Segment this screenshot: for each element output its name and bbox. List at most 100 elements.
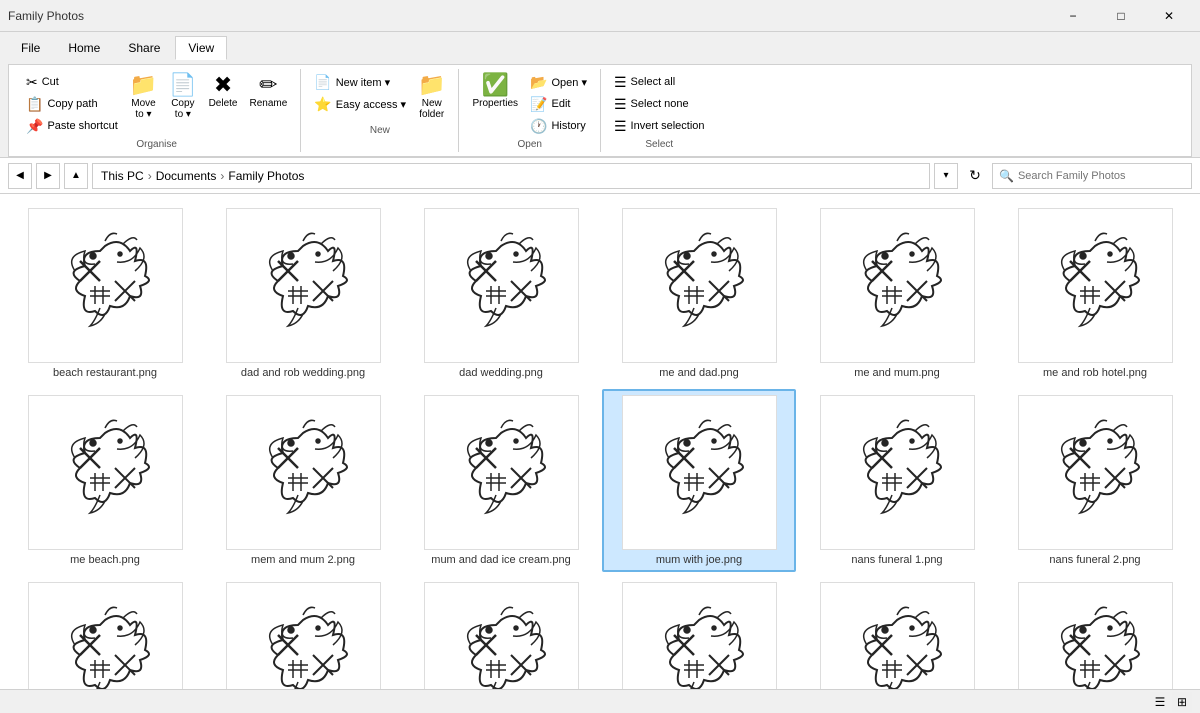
ribbon-group-open: ✅ Properties 📂 Open ▾ 📝 Edit 🕐 History xyxy=(459,69,601,152)
file-item[interactable]: me and dad.png xyxy=(602,202,796,385)
file-item[interactable]: photo13.png xyxy=(8,576,202,689)
organise-group-label: Organise xyxy=(136,139,177,150)
list-view-button[interactable]: ☰ xyxy=(1150,692,1170,712)
select-none-label: Select none xyxy=(631,98,689,110)
file-item[interactable]: mum with joe.png xyxy=(602,389,796,572)
history-label: History xyxy=(551,120,585,132)
new-folder-label: Newfolder xyxy=(419,98,444,120)
breadcrumb-documents[interactable]: Documents xyxy=(156,169,217,183)
open-icon: 📂 xyxy=(530,74,547,91)
select-none-icon: ☰ xyxy=(614,96,627,113)
file-item[interactable]: me beach.png xyxy=(8,389,202,572)
file-item[interactable]: beach restaurant.png xyxy=(8,202,202,385)
easy-access-button[interactable]: ⭐ Easy access ▾ xyxy=(309,93,411,115)
back-button[interactable]: ◀ xyxy=(8,163,32,189)
view-buttons: ☰ ⊞ xyxy=(1150,692,1192,712)
file-item[interactable]: photo16.png xyxy=(602,576,796,689)
file-item[interactable]: dad wedding.png xyxy=(404,202,598,385)
breadcrumb-thispc[interactable]: This PC xyxy=(101,169,144,183)
tab-view[interactable]: View xyxy=(175,36,227,60)
title-bar-controls: − □ ✕ xyxy=(1050,0,1192,32)
file-item[interactable]: photo18.png xyxy=(998,576,1192,689)
file-item[interactable]: me and mum.png xyxy=(800,202,994,385)
maximize-button[interactable]: □ xyxy=(1098,0,1144,32)
open-buttons: ✅ Properties 📂 Open ▾ 📝 Edit 🕐 History xyxy=(467,71,592,137)
file-item[interactable]: mum and dad ice cream.png xyxy=(404,389,598,572)
file-thumbnail xyxy=(1018,208,1173,363)
file-thumbnail xyxy=(424,208,579,363)
delete-button[interactable]: ✖ Delete xyxy=(204,71,243,123)
forward-button[interactable]: ▶ xyxy=(36,163,60,189)
file-item[interactable]: dad and rob wedding.png xyxy=(206,202,400,385)
file-name: dad and rob wedding.png xyxy=(241,367,365,379)
file-item[interactable]: photo17.png xyxy=(800,576,994,689)
file-thumbnail xyxy=(226,395,381,550)
copy-to-label: Copyto ▾ xyxy=(171,98,194,120)
delete-icon: ✖ xyxy=(214,74,232,96)
close-button[interactable]: ✕ xyxy=(1146,0,1192,32)
paste-shortcut-icon: 📌 xyxy=(26,118,43,135)
copy-path-icon: 📋 xyxy=(26,96,43,113)
tab-file[interactable]: File xyxy=(8,36,53,60)
file-thumbnail xyxy=(622,208,777,363)
refresh-button[interactable]: ↻ xyxy=(962,163,988,189)
file-grid-container[interactable]: beach restaurant.png xyxy=(0,194,1200,689)
move-to-button[interactable]: 📁 Moveto ▾ xyxy=(125,71,162,123)
edit-icon: 📝 xyxy=(530,96,547,113)
invert-selection-button[interactable]: ☰ Invert selection xyxy=(609,115,710,137)
rename-label: Rename xyxy=(249,98,287,109)
cut-button[interactable]: ✂ Cut xyxy=(21,71,123,93)
grid-view-button[interactable]: ⊞ xyxy=(1172,692,1192,712)
tab-share[interactable]: Share xyxy=(115,36,173,60)
rename-button[interactable]: ✏ Rename xyxy=(244,71,292,123)
file-name: me and mum.png xyxy=(854,367,940,379)
history-button[interactable]: 🕐 History xyxy=(525,115,592,137)
file-name: dad wedding.png xyxy=(459,367,543,379)
file-thumbnail xyxy=(820,582,975,689)
copy-path-button[interactable]: 📋 Copy path xyxy=(21,93,123,115)
new-folder-button[interactable]: 📁 Newfolder xyxy=(413,71,450,123)
file-item[interactable]: mem and mum 2.png xyxy=(206,389,400,572)
properties-label: Properties xyxy=(472,98,518,109)
title-bar-text: Family Photos xyxy=(8,9,84,23)
file-item[interactable]: photo15.png xyxy=(404,576,598,689)
invert-selection-icon: ☰ xyxy=(614,118,627,135)
file-item[interactable]: nans funeral 1.png xyxy=(800,389,994,572)
file-name: mum with joe.png xyxy=(656,554,742,566)
file-thumbnail xyxy=(28,582,183,689)
file-thumbnail xyxy=(28,395,183,550)
breadcrumb-family-photos[interactable]: Family Photos xyxy=(228,169,304,183)
search-input[interactable] xyxy=(1018,170,1185,182)
breadcrumb-dropdown[interactable]: ▾ xyxy=(934,163,958,189)
file-item[interactable]: nans funeral 2.png xyxy=(998,389,1192,572)
file-thumbnail xyxy=(424,395,579,550)
new-small-buttons: 📄 New item ▾ ⭐ Easy access ▾ xyxy=(309,71,411,115)
minimize-button[interactable]: − xyxy=(1050,0,1096,32)
select-all-icon: ☰ xyxy=(614,74,627,91)
file-item[interactable]: me and rob hotel.png xyxy=(998,202,1192,385)
file-name: nans funeral 1.png xyxy=(851,554,942,566)
file-thumbnail xyxy=(820,208,975,363)
properties-button[interactable]: ✅ Properties xyxy=(467,71,523,123)
select-all-button[interactable]: ☰ Select all xyxy=(609,71,710,93)
ribbon-content: ✂ Cut 📋 Copy path 📌 Paste shortcut 📁 Mov… xyxy=(8,64,1192,157)
paste-shortcut-button[interactable]: 📌 Paste shortcut xyxy=(21,115,123,137)
up-button[interactable]: ▲ xyxy=(64,163,88,189)
select-small-buttons: ☰ Select all ☰ Select none ☰ Invert sele… xyxy=(609,71,710,137)
ribbon-group-organise: ✂ Cut 📋 Copy path 📌 Paste shortcut 📁 Mov… xyxy=(13,69,301,152)
select-buttons: ☰ Select all ☰ Select none ☰ Invert sele… xyxy=(609,71,710,137)
file-name: me and dad.png xyxy=(659,367,739,379)
tab-home[interactable]: Home xyxy=(55,36,113,60)
copy-path-label: Copy path xyxy=(47,98,97,110)
breadcrumb[interactable]: This PC › Documents › Family Photos xyxy=(92,163,930,189)
new-item-button[interactable]: 📄 New item ▾ xyxy=(309,71,411,93)
move-to-label: Moveto ▾ xyxy=(131,98,155,120)
copy-to-button[interactable]: 📄 Copyto ▾ xyxy=(164,71,201,123)
file-thumbnail xyxy=(226,582,381,689)
edit-button[interactable]: 📝 Edit xyxy=(525,93,592,115)
file-item[interactable]: photo14.png xyxy=(206,576,400,689)
open-button[interactable]: 📂 Open ▾ xyxy=(525,71,592,93)
select-none-button[interactable]: ☰ Select none xyxy=(609,93,710,115)
new-item-icon: 📄 xyxy=(314,74,331,91)
search-box[interactable]: 🔍 xyxy=(992,163,1192,189)
